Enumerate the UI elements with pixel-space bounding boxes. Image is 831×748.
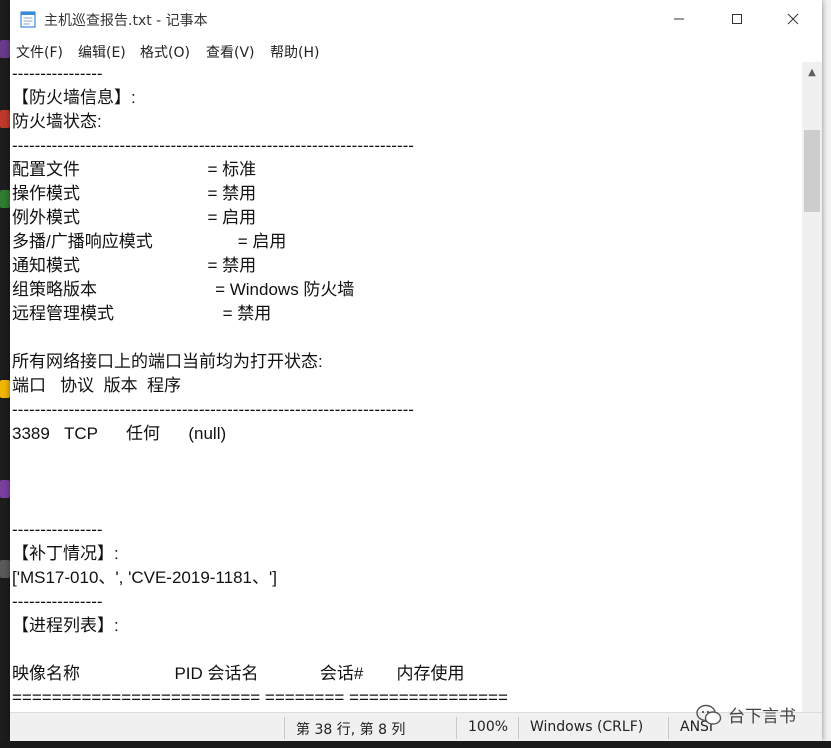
title-bar[interactable]: 主机巡查报告.txt - 记事本 xyxy=(10,0,822,38)
arrow-up-icon: ▲ xyxy=(808,66,816,78)
maximize-icon xyxy=(732,14,742,24)
desktop-icon-fragment xyxy=(0,380,10,398)
line-ending: Windows (CRLF) xyxy=(530,719,644,735)
desktop-icon-fragment xyxy=(0,480,10,498)
status-divider xyxy=(668,717,669,739)
watermark: 台下言书 xyxy=(696,702,796,727)
desktop-icon-fragment xyxy=(0,190,10,208)
menu-file[interactable]: 文件(F) xyxy=(16,42,63,62)
menu-bar: 文件(F) 编辑(E) 格式(O) 查看(V) 帮助(H) xyxy=(10,38,822,62)
zoom-level: 100% xyxy=(468,719,509,735)
close-icon xyxy=(787,13,799,25)
desktop-right-strip xyxy=(822,0,831,748)
scroll-thumb[interactable] xyxy=(804,130,820,212)
minimize-button[interactable] xyxy=(650,0,708,38)
menu-edit[interactable]: 编辑(E) xyxy=(78,42,126,62)
wechat-icon xyxy=(696,704,722,725)
vertical-scrollbar[interactable]: ▲ xyxy=(802,62,822,712)
desktop-left-strip xyxy=(0,0,10,748)
notepad-window: 主机巡查报告.txt - 记事本 文件(F) 编辑(E) 格式(O) 查看(V)… xyxy=(10,0,822,742)
document-text[interactable]: ---------------- 【防火墙信息】: 防火墙状态: -------… xyxy=(10,62,802,712)
close-button[interactable] xyxy=(764,0,822,38)
window-title: 主机巡查报告.txt - 记事本 xyxy=(44,13,208,29)
text-editor[interactable]: ---------------- 【防火墙信息】: 防火墙状态: -------… xyxy=(10,62,802,712)
taskbar-edge xyxy=(0,741,831,748)
status-divider xyxy=(518,717,519,739)
notepad-icon xyxy=(20,11,36,28)
status-divider xyxy=(456,717,457,739)
menu-view[interactable]: 查看(V) xyxy=(206,42,255,62)
watermark-text: 台下言书 xyxy=(728,707,796,727)
desktop-icon-fragment xyxy=(0,560,10,578)
scroll-up-button[interactable]: ▲ xyxy=(802,62,822,82)
cursor-position: 第 38 行, 第 8 列 xyxy=(296,722,406,738)
desktop-icon-fragment xyxy=(0,110,10,128)
desktop-icon-fragment xyxy=(0,40,10,58)
menu-format[interactable]: 格式(O) xyxy=(140,42,190,62)
status-divider xyxy=(284,717,285,739)
minimize-icon xyxy=(674,18,684,20)
menu-help[interactable]: 帮助(H) xyxy=(270,42,319,62)
maximize-button[interactable] xyxy=(708,0,766,38)
